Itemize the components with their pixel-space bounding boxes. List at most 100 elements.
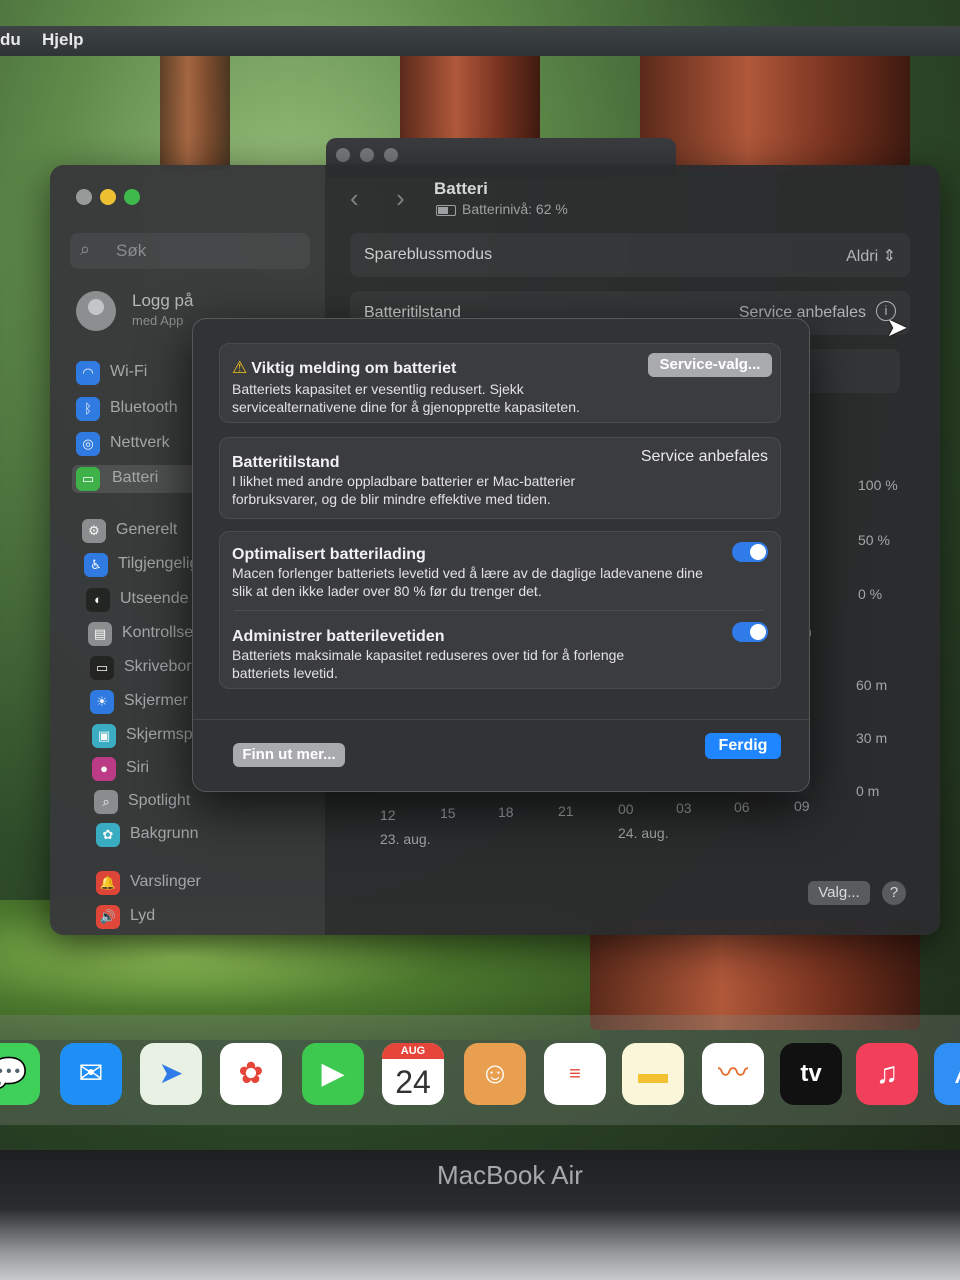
avatar (76, 291, 116, 331)
manage-longevity-title: Administrer batterilevetiden (232, 628, 445, 645)
service-options-button[interactable]: Service-valg... (648, 353, 772, 377)
time-tick-label: 18 (498, 804, 514, 820)
calendar-icon[interactable]: AUG 24 (382, 1043, 444, 1105)
page-title: Batteri (434, 179, 488, 198)
optimized-charging-title: Optimalisert batterilading (232, 546, 426, 563)
time-tick-label: 00 (618, 801, 634, 817)
sidebar-item-sound[interactable]: 🔊 Lyd (96, 903, 336, 931)
manage-text-line: Batteriets maksimale kapasitet reduseres… (232, 647, 625, 663)
tv-label: tv (800, 1060, 822, 1087)
notifications-icon: 🔔 (96, 871, 120, 895)
warning-icon: ⚠ (232, 358, 248, 377)
axis-tick-label: 50 % (858, 532, 890, 548)
sidebar-item-wallpaper[interactable]: ✿ Bakgrunn (96, 821, 336, 849)
forward-arrow-icon[interactable]: › (396, 183, 405, 214)
gear-icon: ⚙ (82, 519, 106, 543)
warning-text-line: Batteriets kapasitet er vesentlig reduse… (232, 381, 524, 397)
apple-tv-icon[interactable]: tv (780, 1043, 842, 1105)
health-title: Batteritilstand (232, 454, 340, 471)
wallpaper-tree (590, 920, 920, 1030)
axis-tick-label: 100 % (858, 477, 898, 493)
learn-more-button[interactable]: Finn ut mer... (233, 743, 345, 767)
reminders-icon[interactable]: ≡ (544, 1043, 606, 1105)
search-input[interactable]: ⌕ Søk (70, 233, 310, 269)
sidebar-item-label: Generelt (116, 521, 178, 538)
sidebar-item-notifications[interactable]: 🔔 Varslinger (96, 869, 336, 897)
axis-tick-label: 0 % (858, 586, 883, 602)
search-placeholder: Søk (116, 241, 147, 260)
low-power-select[interactable]: Aldri ⇕ (846, 246, 896, 266)
manage-longevity-toggle[interactable] (732, 622, 768, 642)
time-tick-label: 06 (734, 799, 750, 815)
battery-icon (436, 204, 456, 216)
warning-text-line: servicealternativene dine for å gjenoppr… (232, 399, 580, 415)
done-button[interactable]: Ferdig (705, 733, 781, 759)
globe-icon: ◎ (76, 432, 100, 456)
options-button[interactable]: Valg... (808, 881, 870, 905)
sidebar-item-label: Wi-Fi (110, 363, 148, 380)
health-card: Batteritilstand Service anbefales I likh… (219, 437, 781, 519)
back-arrow-icon[interactable]: ‹ (350, 183, 359, 214)
divider (234, 610, 764, 611)
sidebar-item-spotlight[interactable]: ⌕ Spotlight (94, 788, 334, 816)
photos-icon[interactable]: ✿ (220, 1043, 282, 1105)
manage-longevity-text: Batteriets maksimale kapasitet reduseres… (232, 646, 624, 682)
menu-item[interactable]: du (0, 30, 21, 50)
optimized-text-line: Macen forlenger batteriets levetid ved å… (232, 565, 703, 581)
wifi-icon: ◠ (76, 361, 100, 385)
account-name: Logg på (132, 291, 194, 310)
optimized-charging-toggle[interactable] (732, 542, 768, 562)
zoom-button[interactable] (124, 189, 140, 205)
battery-health-sheet: ⚠ Viktig melding om batteriet Batteriets … (192, 318, 810, 792)
window-control-icon (360, 148, 374, 162)
sidebar-item-label: Spotlight (128, 792, 191, 809)
sidebar-item-label: Skrivebord (124, 658, 201, 675)
notes-icon[interactable]: ▬ (622, 1043, 684, 1105)
sidebar-item-label: Kontrollsen (122, 624, 203, 641)
sidebar-item-label: Utseende (120, 590, 189, 607)
freeform-icon[interactable]: 〰 (702, 1043, 764, 1105)
charging-settings-card: Optimalisert batterilading Macen forleng… (219, 531, 781, 689)
control-center-icon: ▤ (88, 622, 112, 646)
select-value: Aldri (846, 248, 879, 265)
time-tick-label: 12 (380, 807, 396, 823)
menu-item-help[interactable]: Hjelp (42, 30, 84, 50)
battery-icon: ▭ (76, 467, 100, 491)
chevron-updown-icon: ⇕ (882, 248, 896, 265)
search-icon: ⌕ (80, 239, 91, 259)
maps-icon[interactable]: ➤ (140, 1043, 202, 1105)
facetime-icon[interactable]: ▶ (302, 1043, 364, 1105)
help-button[interactable]: ? (882, 881, 906, 905)
warning-title-text: Viktig melding om batteriet (251, 360, 457, 377)
spotlight-icon: ⌕ (94, 790, 118, 814)
messages-icon[interactable]: 💬 (0, 1043, 40, 1105)
sidebar-item-label: Bakgrunn (130, 825, 199, 842)
warning-text: Batteriets kapasitet er vesentlig reduse… (232, 380, 580, 416)
warning-card: ⚠ Viktig melding om batteriet Batteriets … (219, 343, 781, 423)
minimize-button[interactable] (100, 189, 116, 205)
device-brand: MacBook Air (437, 1160, 583, 1190)
sidebar-item-label: Lyd (130, 907, 156, 924)
music-icon[interactable]: ♫ (856, 1043, 918, 1105)
close-button[interactable] (76, 189, 92, 205)
health-text: I likhet med andre oppladbare batterier … (232, 472, 575, 508)
mail-icon[interactable]: ✉ (60, 1043, 122, 1105)
sidebar-item-label: Siri (126, 759, 150, 776)
sidebar-item-label: Tilgjengelig (118, 555, 199, 572)
date-label: 24. aug. (618, 825, 669, 841)
app-store-icon[interactable]: A (934, 1043, 960, 1105)
wallpaper-tree (160, 50, 230, 170)
desktop-icon: ▭ (90, 656, 114, 680)
menu-bar: du Hjelp (0, 26, 960, 56)
toggle-knob (750, 624, 766, 640)
contacts-icon[interactable]: ☺ (464, 1043, 526, 1105)
time-tick-label: 15 (440, 805, 456, 821)
health-text-line: I likhet med andre oppladbare batterier … (232, 473, 576, 489)
window-control-icon (336, 148, 350, 162)
axis-tick-label: 30 m (856, 730, 888, 746)
siri-icon: ● (92, 757, 116, 781)
manage-text-line: batteriets levetid. (232, 665, 338, 681)
low-power-mode-row[interactable]: Spareblussmodus Aldri ⇕ (350, 233, 910, 277)
dock: 💬 ✉ ➤ ✿ ▶ AUG 24 ☺ ≡ ▬ 〰 tv ♫ A (0, 1015, 960, 1125)
warning-title: ⚠ Viktig melding om batteriet (232, 358, 456, 378)
